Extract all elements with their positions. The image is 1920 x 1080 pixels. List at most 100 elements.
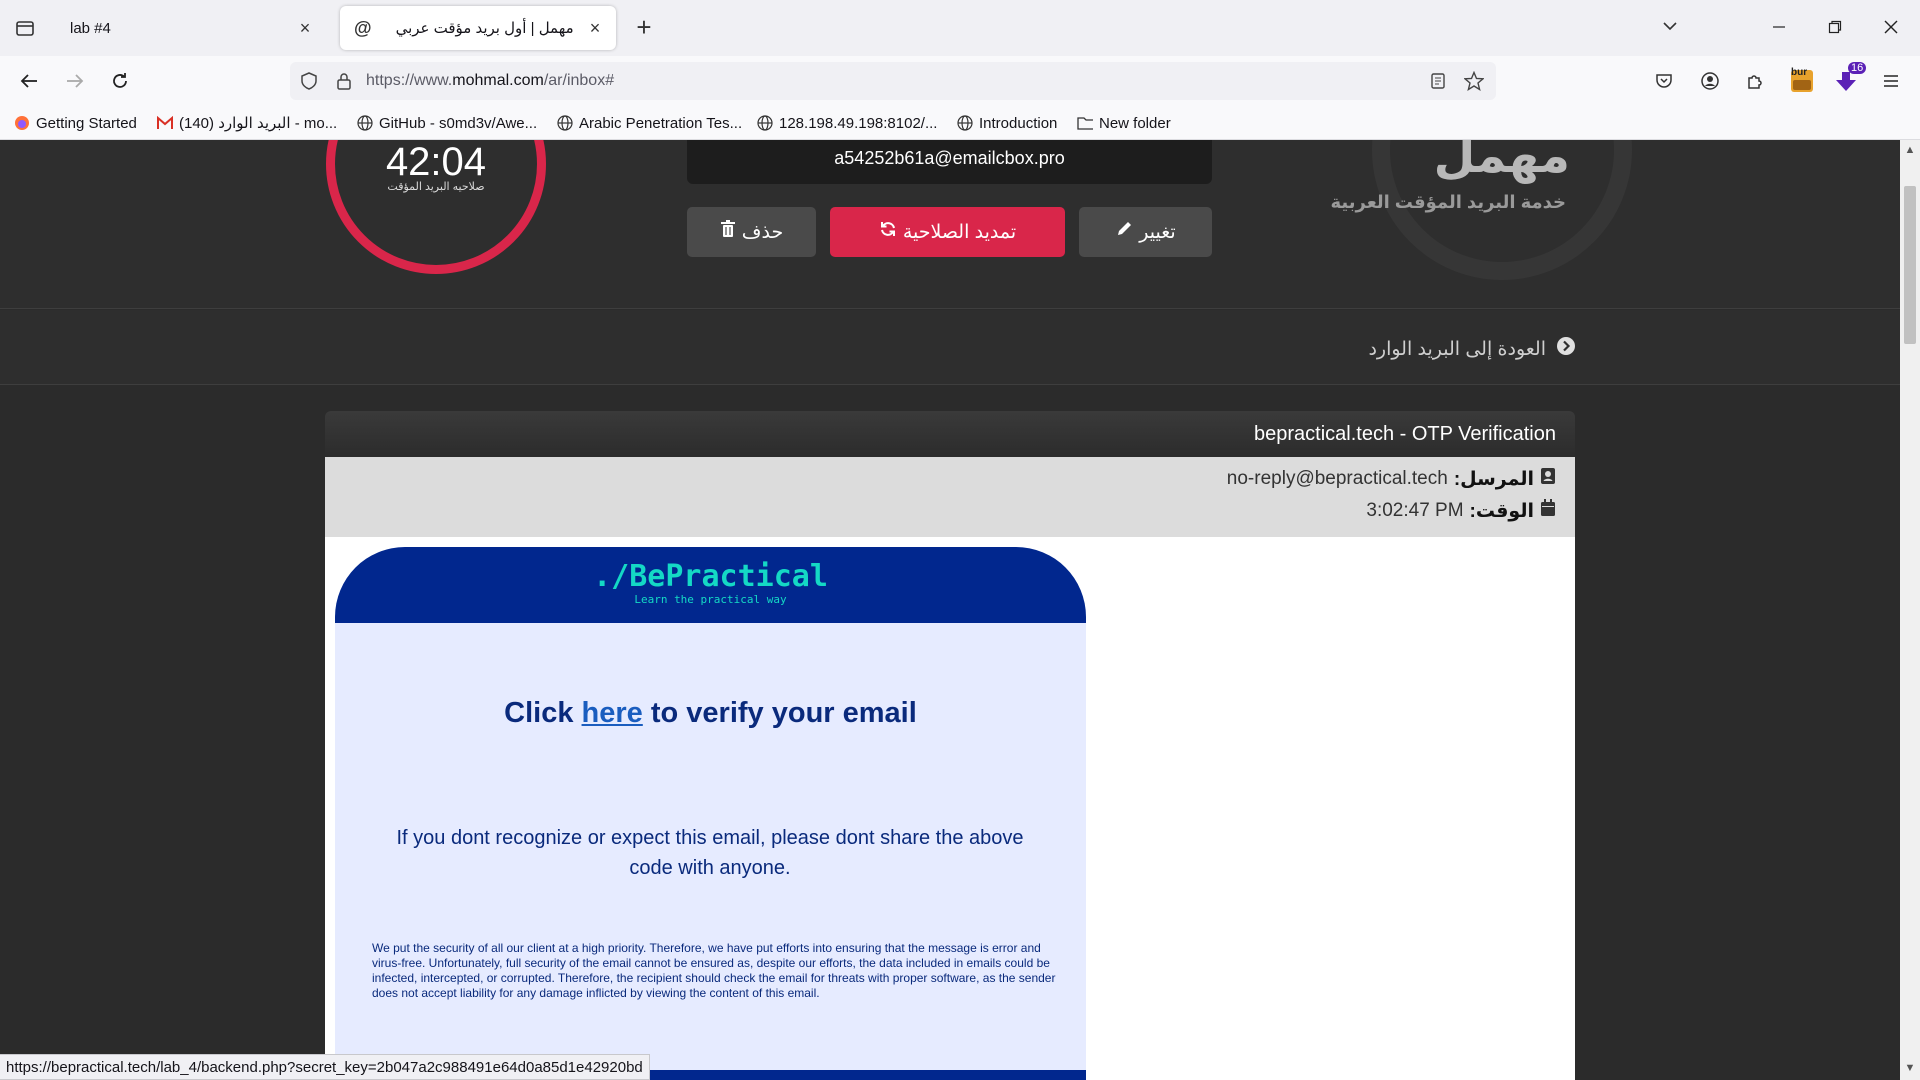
- globe-icon: [557, 115, 573, 131]
- scroll-up-icon[interactable]: ▲: [1904, 144, 1916, 156]
- restore-button[interactable]: [1812, 12, 1858, 42]
- minimize-icon: [1773, 26, 1785, 28]
- reload-button[interactable]: [105, 66, 135, 96]
- brand-tagline: Learn the practical way: [634, 593, 787, 606]
- message-meta: المرسل: no-reply@bepractical.tech الوقت:…: [325, 457, 1575, 537]
- tab-title: lab #4: [70, 19, 111, 37]
- address-bar[interactable]: https://www.mohmal.com/ar/inbox#: [290, 62, 1496, 100]
- delete-label: حذف: [741, 221, 784, 243]
- contact-card-icon: [1540, 467, 1556, 491]
- minimize-button[interactable]: [1756, 12, 1802, 42]
- back-navigation-bar: العودة إلى البريد الوارد: [0, 310, 1900, 385]
- at-sign-icon: @: [354, 17, 372, 38]
- bookmark-ip-address[interactable]: 128.198.49.198:8102/...: [757, 113, 937, 133]
- verify-link[interactable]: here: [582, 697, 643, 729]
- account-button[interactable]: [1695, 66, 1725, 96]
- tab-list-button[interactable]: [10, 14, 40, 42]
- refresh-icon: [879, 220, 897, 244]
- expiry-timer-label: صلاحيه البريد المؤقت: [387, 181, 485, 193]
- tab-mohmal[interactable]: @ مهمل | أول بريد مؤقت عربي ×: [340, 6, 616, 50]
- expiry-timer-value: 42:04: [385, 140, 487, 184]
- bookmark-star-icon[interactable]: [1464, 71, 1484, 91]
- chevron-circle-right-icon: [1556, 336, 1576, 362]
- close-tab-icon[interactable]: ×: [586, 18, 604, 38]
- bookmark-gmail-inbox[interactable]: البريد الوارد (140) - mo...: [157, 113, 337, 133]
- page-viewport: 42:04 صلاحيه البريد المؤقت a54252b61a@em…: [0, 140, 1900, 1080]
- arrow-right-icon: [67, 74, 84, 88]
- close-icon: [1884, 20, 1898, 34]
- back-to-inbox-link[interactable]: العودة إلى البريد الوارد: [1300, 336, 1576, 362]
- email-card: ./BePractical Learn the practical way Cl…: [335, 547, 1086, 1080]
- temp-email-address[interactable]: a54252b61a@emailcbox.pro: [687, 140, 1212, 184]
- pocket-button[interactable]: [1649, 66, 1679, 96]
- bookmark-label: البريد الوارد (140) - mo...: [179, 115, 338, 132]
- change-address-button[interactable]: تغيير: [1079, 207, 1212, 257]
- globe-icon: [957, 115, 973, 131]
- extend-expiry-label: تمديد الصلاحية: [902, 221, 1017, 243]
- firefox-icon: [14, 115, 30, 131]
- message-header: bepractical.tech - OTP Verification: [325, 411, 1575, 457]
- tab-lab4[interactable]: lab #4 ×: [56, 6, 326, 50]
- bookmark-label: Getting Started: [36, 114, 137, 132]
- scroll-down-icon[interactable]: ▼: [1904, 1062, 1916, 1074]
- email-banner: ./BePractical Learn the practical way: [335, 547, 1086, 623]
- url-text[interactable]: https://www.mohmal.com/ar/inbox#: [366, 72, 614, 90]
- brand-logo: ./BePractical: [593, 559, 828, 594]
- back-button[interactable]: [14, 66, 44, 96]
- extend-expiry-button[interactable]: تمديد الصلاحية: [830, 207, 1065, 257]
- received-time: 3:02:47 PM: [1366, 500, 1464, 521]
- bookmark-getting-started[interactable]: Getting Started: [14, 113, 137, 133]
- extensions-button[interactable]: [1740, 66, 1770, 96]
- message-body: ./BePractical Learn the practical way Cl…: [325, 537, 1575, 1080]
- navigation-toolbar: https://www.mohmal.com/ar/inbox# bur 16: [0, 56, 1920, 106]
- forward-button[interactable]: [60, 66, 90, 96]
- time-row: الوقت: 3:02:47 PM: [1366, 499, 1556, 523]
- reader-view-icon[interactable]: [1428, 71, 1448, 91]
- sender-address: no-reply@bepractical.tech: [1226, 468, 1448, 489]
- account-icon: [1701, 72, 1719, 90]
- warning-paragraph: If you dont recognize or expect this ema…: [396, 827, 1024, 879]
- change-address-label: تغيير: [1139, 221, 1176, 243]
- burp-extension-button[interactable]: bur: [1787, 66, 1817, 96]
- pencil-icon: [1115, 220, 1133, 244]
- list-all-tabs-button[interactable]: [1660, 16, 1686, 40]
- reload-icon: [113, 73, 127, 88]
- delete-button[interactable]: حذف: [687, 207, 816, 257]
- bookmark-label: Introduction: [979, 114, 1058, 132]
- app-menu-button[interactable]: [1876, 66, 1906, 96]
- link-status-bar: https://bepractical.tech/lab_4/backend.p…: [0, 1054, 650, 1080]
- bookmark-introduction[interactable]: Introduction: [957, 113, 1057, 133]
- disclaimer-text: We put the security of all our client at…: [372, 941, 1056, 1000]
- burp-badge: bur: [1791, 67, 1808, 78]
- pocket-icon: [1656, 74, 1672, 88]
- tab-title: مهمل | أول بريد مؤقت عربي: [395, 20, 574, 37]
- back-to-inbox-label: العودة إلى البريد الوارد: [1368, 338, 1546, 360]
- chevron-down-icon: [1663, 22, 1677, 31]
- restore-icon: [1828, 20, 1842, 34]
- tab-bar: lab #4 × @ مهمل | أول بريد مؤقت عربي × +: [0, 0, 1920, 56]
- new-tab-button[interactable]: +: [630, 14, 658, 42]
- close-tab-icon[interactable]: ×: [296, 18, 314, 38]
- lock-icon[interactable]: [334, 71, 354, 91]
- site-logo[interactable]: مهمل: [1420, 140, 1570, 184]
- globe-icon: [757, 115, 773, 131]
- purple-extension-button[interactable]: 16: [1831, 62, 1867, 96]
- bookmark-new-folder[interactable]: New folder: [1077, 113, 1171, 133]
- verify-heading: Click here to verify your email: [504, 697, 917, 729]
- folder-icon: [1077, 115, 1093, 131]
- bookmark-arabic-pentest[interactable]: Arabic Penetration Tes...: [557, 113, 742, 133]
- bookmark-label: 128.198.49.198:8102/...: [779, 114, 938, 132]
- site-tagline: خدمة البريد المؤقت العربية: [1330, 192, 1567, 212]
- page-scrollbar[interactable]: ▲ ▼: [1900, 140, 1920, 1080]
- arrow-left-icon: [20, 74, 37, 88]
- message-subject: bepractical.tech - OTP Verification: [1254, 423, 1556, 445]
- puzzle-icon: [1748, 75, 1762, 89]
- time-label: الوقت:: [1469, 500, 1534, 522]
- bookmark-github[interactable]: GitHub - s0md3v/Awe...: [357, 113, 537, 133]
- bookmark-label: New folder: [1099, 114, 1171, 132]
- hamburger-menu-icon: [1884, 75, 1898, 87]
- close-window-button[interactable]: [1868, 12, 1914, 42]
- shield-icon[interactable]: [299, 71, 319, 91]
- globe-icon: [357, 115, 373, 131]
- scrollbar-thumb[interactable]: [1904, 186, 1916, 344]
